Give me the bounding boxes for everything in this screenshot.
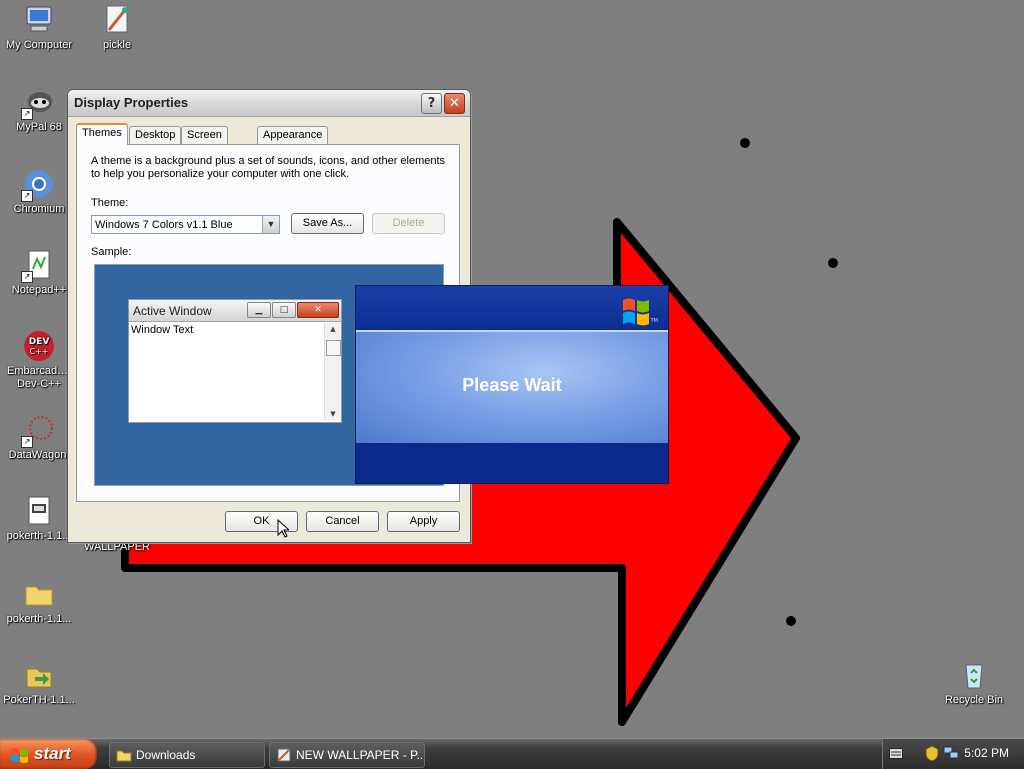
taskbar-item-paint[interactable]: NEW WALLPAPER - P... — [269, 742, 425, 768]
sample-window-titlebar: Active Window ▁ □ ✕ — [129, 300, 341, 322]
help-button[interactable]: ? — [421, 93, 442, 114]
paint-dot — [786, 616, 796, 626]
windows-logo-icon — [623, 298, 649, 326]
logo-trademark: TM — [650, 318, 658, 324]
shortcut-arrow-icon: ↗ — [21, 436, 33, 448]
scroll-up-icon: ▲ — [330, 325, 336, 333]
cancel-button[interactable]: Cancel — [306, 511, 379, 532]
start-button[interactable]: start — [0, 739, 97, 769]
paint-dot — [740, 138, 750, 148]
desktop-icon-pickle[interactable]: pickle — [78, 4, 156, 52]
tab-desktop[interactable]: Desktop — [129, 126, 182, 144]
desktop-icon-my-computer[interactable]: My Computer — [0, 4, 78, 52]
desktop-icon-label: PokerTH-1.1... — [3, 694, 75, 706]
paint-brush-icon — [101, 4, 133, 36]
windows-flag-icon — [11, 748, 28, 763]
shortcut-arrow-icon: ↗ — [21, 190, 33, 202]
desktop-icon-pokerth-installer[interactable]: PokerTH-1.1... — [0, 659, 78, 707]
scroll-thumb — [326, 340, 341, 356]
theme-description-line2: to help you personalize your computer wi… — [91, 168, 350, 180]
desktop-icon-label: My Computer — [5, 39, 73, 51]
theme-select-value: Windows 7 Colors v1.1 Blue — [95, 219, 233, 231]
sample-label: Sample: — [91, 246, 132, 258]
folder-icon — [23, 578, 55, 610]
network-icon[interactable] — [943, 746, 959, 760]
desktop-icon-label: Recycle Bin — [944, 694, 1004, 706]
close-button[interactable]: ✕ — [444, 93, 465, 114]
taskbar-item-label: Downloads — [136, 748, 196, 762]
apply-button[interactable]: Apply — [387, 511, 460, 532]
scroll-down-icon: ▼ — [330, 410, 336, 418]
theme-select[interactable]: Windows 7 Colors v1.1 Blue ▼ — [91, 215, 280, 234]
desktop-icon-recycle-bin[interactable]: Recycle Bin — [935, 659, 1013, 707]
chromium-icon: ↗ — [21, 168, 55, 202]
chevron-down-icon[interactable]: ▼ — [262, 216, 279, 233]
minimize-icon: ▁ — [247, 302, 271, 318]
shortcut-arrow-icon: ↗ — [21, 271, 33, 283]
theme-description-line1: A theme is a background plus a set of so… — [91, 155, 446, 167]
paint-dot — [828, 258, 838, 268]
notepad-icon: ↗ — [21, 249, 55, 283]
sample-window-title: Active Window — [133, 304, 212, 318]
sample-window-text: Window Text — [131, 324, 194, 336]
tab-screen-saver[interactable]: Screen Saver — [181, 126, 228, 158]
theme-label: Theme: — [91, 197, 129, 209]
maximize-icon: □ — [272, 302, 296, 318]
datawagon-icon: ↗ — [21, 414, 55, 448]
close-icon: ✕ — [297, 302, 339, 318]
taskbar: start Downloads NEW WALLPAPER - P... 5:0… — [0, 738, 1024, 769]
taskbar-item-downloads[interactable]: Downloads — [109, 742, 265, 768]
tab-appearance[interactable]: Appearance — [257, 126, 329, 144]
recycle-bin-icon — [958, 659, 990, 691]
installer-file-icon — [23, 495, 55, 527]
computer-icon — [23, 4, 55, 36]
dialog-title: Display Properties — [74, 95, 189, 110]
svg-text:C++: C++ — [30, 347, 49, 356]
raccoon-icon: ↗ — [21, 86, 55, 120]
mouse-cursor-icon — [277, 519, 289, 538]
installer-icon — [23, 659, 55, 691]
svg-text:DEV: DEV — [29, 337, 50, 347]
folder-icon — [116, 750, 132, 762]
clock[interactable]: 5:02 PM — [964, 746, 1009, 760]
desktop-icon-label: Embarcadero Dev-C++ — [7, 365, 71, 390]
desktop-icon-pokerth-folder[interactable]: pokerth-1.1... — [0, 578, 78, 626]
sample-scrollbar: ▲ ▼ — [324, 323, 341, 420]
security-shield-icon[interactable] — [925, 745, 939, 761]
splash-bottom-band — [356, 443, 668, 483]
sample-active-window: Active Window ▁ □ ✕ Window Text ▲ ▼ — [128, 299, 342, 423]
save-as-button[interactable]: Save As... — [291, 213, 364, 234]
keyboard-icon[interactable] — [889, 748, 903, 759]
system-tray: 5:02 PM — [882, 739, 1024, 769]
desktop-icon-label: pickle — [102, 39, 132, 51]
please-wait-message: Please Wait — [462, 375, 562, 395]
paint-icon — [277, 748, 291, 762]
please-wait-splash: TM Please Wait — [355, 285, 669, 484]
start-label: start — [34, 744, 71, 763]
taskbar-item-label: NEW WALLPAPER - P... — [296, 748, 425, 762]
desktop-icon-label: pokerth-1.1... — [6, 613, 72, 625]
shortcut-arrow-icon: ↗ — [21, 108, 33, 120]
devcpp-icon: DEV C++ — [23, 330, 55, 362]
tab-themes[interactable]: Themes — [76, 123, 128, 145]
delete-button[interactable]: Delete — [372, 213, 445, 234]
dialog-titlebar[interactable]: Display Properties ? ✕ — [68, 90, 470, 117]
